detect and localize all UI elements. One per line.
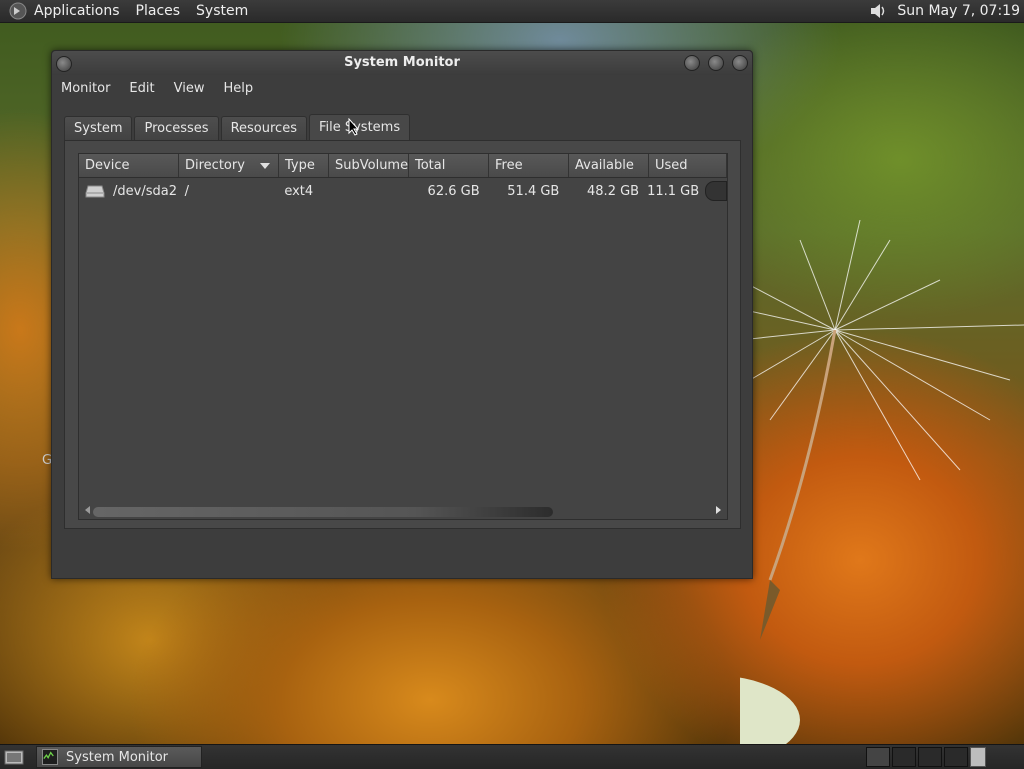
scroll-thumb[interactable] <box>93 507 553 517</box>
system-monitor-window: System Monitor Monitor Edit View Help Sy… <box>51 50 753 579</box>
minimize-icon[interactable] <box>684 55 700 71</box>
close-icon[interactable] <box>732 55 748 71</box>
col-directory[interactable]: Directory <box>179 154 279 177</box>
tab-resources[interactable]: Resources <box>220 116 307 141</box>
clock[interactable]: Sun May 7, 07:19 <box>897 3 1020 19</box>
menu-edit[interactable]: Edit <box>129 81 154 96</box>
wallpaper-dandelion <box>740 220 1024 745</box>
cell-used: 11.1 GB <box>647 183 700 199</box>
col-used[interactable]: Used <box>649 154 727 177</box>
gnome-foot-icon[interactable] <box>8 1 28 21</box>
scroll-right-arrow-icon[interactable] <box>716 506 721 514</box>
filesystems-table[interactable]: Device Directory Type SubVolume Total Fr… <box>78 153 728 520</box>
maximize-icon[interactable] <box>708 55 724 71</box>
workspace-3[interactable] <box>918 747 942 767</box>
speaker-icon[interactable] <box>867 1 887 21</box>
trash-icon[interactable] <box>970 747 986 767</box>
usage-bar <box>705 181 727 201</box>
table-row[interactable]: /dev/sda2 / ext4 62.6 GB 51.4 GB 48.2 GB… <box>79 178 727 204</box>
menu-applications[interactable]: Applications <box>34 3 120 19</box>
file-systems-panel: Device Directory Type SubVolume Total Fr… <box>64 140 741 529</box>
col-free[interactable]: Free <box>489 154 569 177</box>
col-directory-label: Directory <box>185 158 245 173</box>
harddisk-icon <box>85 185 105 198</box>
device-name: /dev/sda2 <box>113 183 177 199</box>
menu-places[interactable]: Places <box>136 3 181 19</box>
taskbar-button-system-monitor[interactable]: System Monitor <box>36 746 202 768</box>
window-menu-icon[interactable] <box>56 56 72 72</box>
tab-system[interactable]: System <box>64 116 133 141</box>
tab-processes[interactable]: Processes <box>134 116 219 141</box>
workspace-4[interactable] <box>944 747 968 767</box>
taskbar-label: System Monitor <box>66 749 169 765</box>
cell-type: ext4 <box>284 183 314 199</box>
window-menubar: Monitor Edit View Help <box>52 75 752 101</box>
top-panel: Applications Places System Sun May 7, 07… <box>0 0 1024 23</box>
system-monitor-icon <box>42 749 58 765</box>
cell-directory: / <box>184 183 190 199</box>
menu-system[interactable]: System <box>196 3 248 19</box>
cell-device: /dev/sda2 <box>79 184 179 199</box>
col-available[interactable]: Available <box>569 154 649 177</box>
col-device[interactable]: Device <box>79 154 179 177</box>
col-type[interactable]: Type <box>279 154 329 177</box>
show-desktop-icon[interactable] <box>4 748 24 766</box>
cell-available: 48.2 GB <box>587 183 640 199</box>
menu-view[interactable]: View <box>174 81 205 96</box>
table-header: Device Directory Type SubVolume Total Fr… <box>79 154 727 178</box>
workspace-2[interactable] <box>892 747 916 767</box>
col-subvolume[interactable]: SubVolume <box>329 154 409 177</box>
mouse-cursor-icon <box>348 118 360 136</box>
col-total[interactable]: Total <box>409 154 489 177</box>
window-titlebar[interactable]: System Monitor <box>52 51 752 75</box>
workspace-1[interactable] <box>866 747 890 767</box>
cell-total: 62.6 GB <box>427 183 480 199</box>
window-title: System Monitor <box>344 55 460 70</box>
menu-help[interactable]: Help <box>223 81 253 96</box>
sort-descending-icon <box>260 163 270 169</box>
workspace-switcher <box>866 747 970 767</box>
scroll-left-arrow-icon[interactable] <box>85 506 90 514</box>
horizontal-scrollbar[interactable] <box>83 503 723 519</box>
cell-free: 51.4 GB <box>507 183 560 199</box>
menu-monitor[interactable]: Monitor <box>61 81 110 96</box>
bottom-panel: System Monitor <box>0 744 1024 769</box>
